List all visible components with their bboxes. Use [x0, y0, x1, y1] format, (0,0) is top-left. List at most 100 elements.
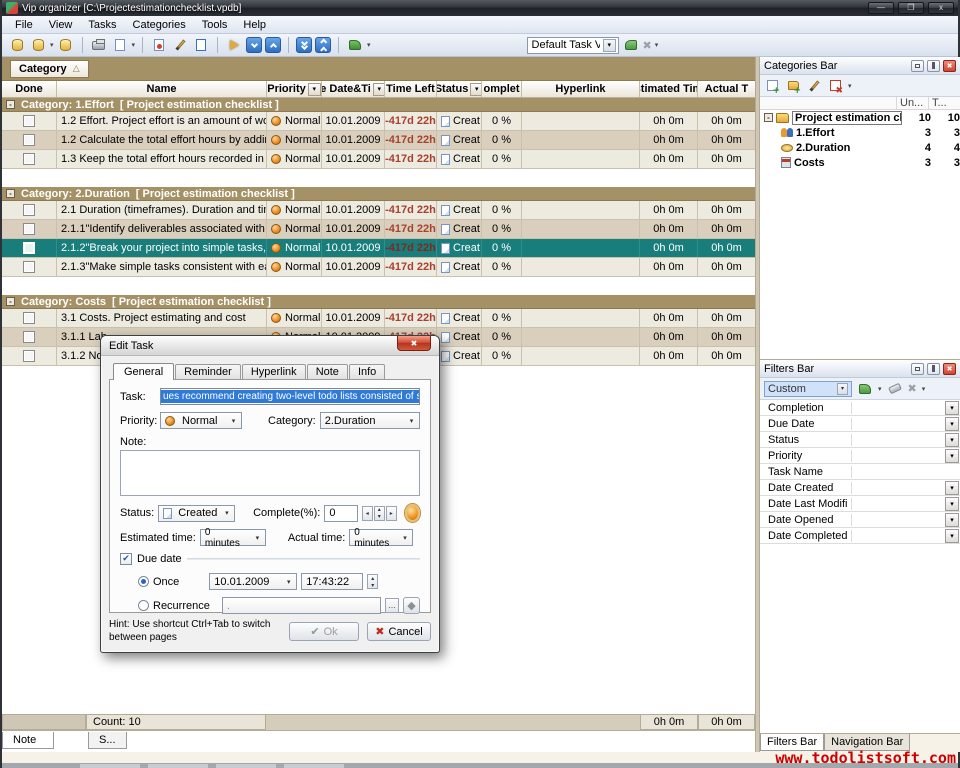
new-category-icon[interactable]: +	[785, 78, 801, 94]
menu-categories[interactable]: Categories	[126, 17, 193, 33]
collapse-icon[interactable]: -	[6, 189, 15, 198]
task-checkbox[interactable]	[23, 312, 35, 324]
once-time-input[interactable]: 17:43:22	[301, 573, 363, 590]
delete-category-icon[interactable]: ✖	[827, 78, 843, 94]
filter-preset-dropdown-icon[interactable]: ▾	[837, 383, 848, 395]
table-row[interactable]: 3.1 Costs. Project estimating and cost N…	[2, 309, 755, 328]
filters-restore-icon[interactable]	[911, 363, 924, 375]
note-textarea[interactable]	[120, 450, 420, 496]
filter-dropdown-icon[interactable]: ▾	[945, 481, 959, 495]
edit-category-icon[interactable]	[806, 78, 822, 94]
filter-dropdown-icon[interactable]: ▾	[945, 401, 959, 415]
group-by-field[interactable]: Category △	[10, 60, 89, 78]
filter-dropdown-icon[interactable]: ▾	[945, 497, 959, 511]
col-hyperlink[interactable]: Hyperlink	[522, 81, 640, 97]
once-radio[interactable]	[138, 576, 149, 587]
task-checkbox[interactable]	[23, 153, 35, 165]
col-complete[interactable]: omplet	[482, 81, 522, 97]
tab-note[interactable]: Note	[2, 732, 54, 749]
filters-close-icon[interactable]: ✖	[943, 363, 956, 375]
col-actual[interactable]: Actual T	[698, 81, 755, 97]
tab-info[interactable]: Info	[349, 364, 385, 379]
save-database-icon[interactable]	[57, 36, 75, 54]
filter-preset-combo[interactable]: Custom ▾	[764, 381, 852, 397]
table-row[interactable]: 1.3 Keep the total effort hours recorded…	[2, 150, 755, 169]
collapse-icon[interactable]: -	[6, 100, 15, 109]
filter-dropdown-icon[interactable]: ▾	[945, 433, 959, 447]
open-database-dropdown-icon[interactable]: ▾	[50, 41, 54, 49]
new-database-icon[interactable]	[8, 36, 26, 54]
recurrence-browse-icon[interactable]: ...	[385, 598, 399, 613]
status-combo[interactable]: Created▾	[158, 505, 235, 522]
print-dropdown-icon[interactable]: ▾	[132, 41, 136, 49]
tree-item-root[interactable]: - Project estimation checkli 10 10	[760, 110, 960, 125]
filter-row[interactable]: Completion▾	[760, 400, 960, 416]
minimize-button[interactable]: —	[868, 2, 894, 14]
restore-button[interactable]: ❐	[898, 2, 924, 14]
filter-row[interactable]: Date Created▾	[760, 480, 960, 496]
print-icon[interactable]	[90, 36, 108, 54]
filter-row[interactable]: Due Date▾	[760, 416, 960, 432]
dialog-title-bar[interactable]: Edit Task	[101, 336, 439, 356]
due-date-checkbox[interactable]: ✔	[120, 553, 132, 565]
collapse-icon[interactable]: -	[6, 297, 15, 306]
task-checkbox[interactable]	[23, 331, 35, 343]
tab-reminder[interactable]: Reminder	[175, 364, 241, 379]
once-date-combo[interactable]: 10.01.2009▾	[209, 573, 297, 590]
task-checkbox[interactable]	[23, 204, 35, 216]
task-view-combo[interactable]: Default Task V ▾	[527, 37, 619, 54]
task-checkbox[interactable]	[23, 223, 35, 235]
filter-row[interactable]: Date Completed▾	[760, 528, 960, 544]
tab-s[interactable]: S...	[88, 732, 127, 749]
task-checkbox[interactable]	[23, 261, 35, 273]
complete-right-icon[interactable]: ▸	[386, 506, 397, 521]
menu-tools[interactable]: Tools	[195, 17, 235, 33]
filter-dropdown-icon[interactable]: ▾	[945, 417, 959, 431]
time-spinner-icon[interactable]: ▴▾	[367, 574, 378, 589]
new-task-icon[interactable]	[150, 36, 168, 54]
ok-button[interactable]: ✔Ok	[289, 622, 359, 641]
task-view-dropdown-icon[interactable]: ▾	[603, 39, 616, 52]
close-button[interactable]: x	[928, 2, 954, 14]
col-done[interactable]: Done	[2, 81, 57, 97]
menu-tasks[interactable]: Tasks	[81, 17, 123, 33]
date-filter-icon[interactable]: ▾	[373, 83, 385, 96]
col-due-date[interactable]: e Date&Ti▾	[322, 81, 385, 97]
toolbar-overflow-icon[interactable]: ▾	[655, 41, 659, 49]
complete-task-icon[interactable]	[225, 36, 243, 54]
estimated-combo[interactable]: 0 minutes▾	[200, 529, 266, 546]
apply-filter-icon[interactable]	[857, 381, 873, 397]
delete-task-icon[interactable]	[192, 36, 210, 54]
tab-hyperlink[interactable]: Hyperlink	[242, 364, 306, 379]
categories-pin-icon[interactable]	[927, 60, 940, 72]
view-mode-icon[interactable]	[346, 36, 364, 54]
new-task-list-icon[interactable]: +	[764, 78, 780, 94]
table-row[interactable]: 2.1.3"Make simple tasks consistent with …	[2, 258, 755, 277]
priority-combo[interactable]: Normal▾	[160, 412, 242, 429]
col-name[interactable]: Name	[57, 81, 267, 97]
complete-input[interactable]: 0	[324, 505, 357, 522]
col-time-left[interactable]: Time Left	[385, 81, 437, 97]
remove-filter-icon[interactable]: ✖	[908, 382, 917, 395]
filter-dropdown-icon[interactable]: ▾	[945, 449, 959, 463]
clear-view-icon[interactable]: ✖	[643, 39, 652, 52]
category-combo[interactable]: 2.Duration▾	[320, 412, 420, 429]
status-filter-icon[interactable]: ▾	[470, 83, 482, 96]
recurrence-radio[interactable]	[138, 600, 149, 611]
tree-item[interactable]: 1.Effort 3 3	[760, 125, 960, 140]
actual-combo[interactable]: 0 minutes▾	[349, 529, 413, 546]
filter-dropdown-icon[interactable]: ▾	[945, 529, 959, 543]
move-up-icon[interactable]	[265, 37, 281, 53]
filters-overflow-icon[interactable]: ▾	[922, 385, 926, 393]
tree-item[interactable]: Costs 3 3	[760, 155, 960, 170]
task-input[interactable]: ues recommend creating two-level todo li…	[160, 388, 420, 405]
complete-left-icon[interactable]: ◂	[362, 506, 373, 521]
menu-help[interactable]: Help	[236, 17, 273, 33]
open-database-icon[interactable]	[29, 36, 47, 54]
col-total[interactable]: T...	[928, 97, 960, 109]
col-status[interactable]: Status▾	[437, 81, 482, 97]
col-estimated[interactable]: stimated Tim	[640, 81, 698, 97]
clear-filter-icon[interactable]	[887, 381, 903, 397]
table-row[interactable]: 2.1.1"Identify deliverables associated w…	[2, 220, 755, 239]
complete-updown-icon[interactable]: ▴▾	[374, 506, 385, 521]
